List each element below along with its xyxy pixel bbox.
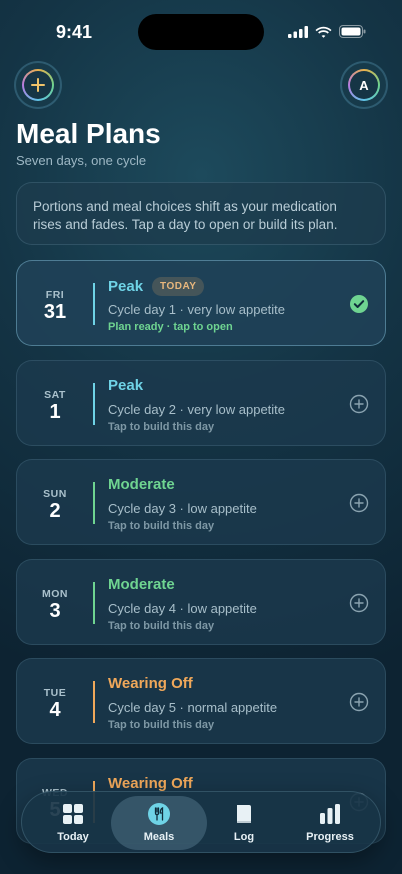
day-of-week: SAT xyxy=(44,388,66,401)
day-of-week: SUN xyxy=(43,488,67,501)
add-button[interactable] xyxy=(16,63,60,107)
page-title: Meal Plans xyxy=(16,118,161,149)
day-number: 31 xyxy=(43,301,67,323)
day-of-week: TUE xyxy=(43,687,67,700)
avatar-initial: A xyxy=(350,71,378,99)
bar-chart-icon xyxy=(320,804,340,824)
day-date: FRI 31 xyxy=(17,261,93,345)
day-date: SAT 1 xyxy=(17,361,93,445)
phase-label: Moderate xyxy=(108,575,175,593)
day-number: 4 xyxy=(49,699,61,722)
cycle-detail: Cycle day 1 · very low appetite xyxy=(108,302,286,317)
tab-bar: Today Meals Log Progress xyxy=(21,791,381,853)
phase-row: Peak xyxy=(108,377,143,394)
day-card[interactable]: TUE 4 Wearing Off Cycle day 5 · normal a… xyxy=(16,658,386,745)
signal-icon xyxy=(288,25,308,38)
day-date: TUE 4 xyxy=(17,659,93,743)
check-circle-icon xyxy=(350,295,368,313)
grid-icon xyxy=(63,804,83,824)
day-hint: Plan ready · tap to open xyxy=(108,321,233,333)
day-number: 3 xyxy=(49,599,61,622)
day-hint: Tap to build this day xyxy=(108,619,215,632)
page-subtitle: Seven days, one cycle xyxy=(16,153,147,168)
plus-circle-icon xyxy=(349,593,369,612)
phase-row: Peak TODAY xyxy=(108,277,205,296)
fork-knife-icon xyxy=(148,803,170,825)
phase-label: Wearing Off xyxy=(108,675,193,693)
phase-row: Moderate xyxy=(108,476,175,493)
tab-progress[interactable]: Progress xyxy=(285,792,375,854)
plus-circle-icon xyxy=(349,394,369,413)
phase-label: Moderate xyxy=(108,476,175,494)
tab-log[interactable]: Log xyxy=(199,792,289,854)
wifi-icon xyxy=(315,26,332,38)
profile-avatar-button[interactable]: A xyxy=(342,63,386,107)
phase-row: Wearing Off xyxy=(108,775,193,792)
phase-row: Wearing Off xyxy=(108,675,193,692)
phase-divider xyxy=(93,382,95,425)
cycle-detail: Cycle day 5 · normal appetite xyxy=(108,700,278,716)
phase-row: Moderate xyxy=(108,576,175,593)
battery-icon xyxy=(339,25,366,38)
day-hint: Tap to build this day xyxy=(108,520,215,533)
plus-circle-icon xyxy=(349,693,369,712)
today-badge: TODAY xyxy=(152,277,205,296)
info-card: Portions and meal choices shift as your … xyxy=(16,182,386,245)
day-hint: Tap to build this day xyxy=(108,719,215,732)
day-number: 2 xyxy=(49,500,61,523)
day-hint: Tap to build this day xyxy=(108,420,215,433)
day-card[interactable]: SUN 2 Moderate Cycle day 3 · low appetit… xyxy=(16,459,386,546)
cycle-detail: Cycle day 2 · very low appetite xyxy=(108,401,286,417)
phase-label: Peak xyxy=(108,376,144,394)
plus-circle-icon xyxy=(349,493,369,513)
tab-progress-label: Progress xyxy=(306,831,354,843)
tab-meals-label: Meals xyxy=(143,831,175,843)
system-icons xyxy=(288,25,366,38)
tab-today-label: Today xyxy=(57,831,89,843)
plus-icon xyxy=(24,71,52,99)
phase-label: Peak xyxy=(108,278,144,295)
status-time: 9:41 xyxy=(56,22,93,42)
status-bar: 9:41 xyxy=(0,0,402,60)
day-card[interactable]: FRI 31 Peak TODAY Cycle day 1 · very low… xyxy=(16,260,386,346)
phase-divider xyxy=(93,681,95,724)
day-date: MON 3 xyxy=(17,560,93,644)
dynamic-island xyxy=(138,14,264,50)
phase-label: Wearing Off xyxy=(108,775,193,792)
day-of-week: MON xyxy=(42,587,68,600)
tab-today[interactable]: Today xyxy=(28,792,118,854)
phase-divider xyxy=(93,283,95,325)
day-card[interactable]: MON 3 Moderate Cycle day 4 · low appetit… xyxy=(16,558,386,645)
cycle-detail: Cycle day 3 · low appetite xyxy=(108,501,257,517)
phase-divider xyxy=(93,581,95,624)
day-date: SUN 2 xyxy=(17,460,93,544)
book-icon xyxy=(237,805,251,823)
day-of-week: FRI xyxy=(45,289,65,301)
tab-meals[interactable]: Meals xyxy=(114,792,204,854)
cycle-detail: Cycle day 4 · low appetite xyxy=(108,600,257,616)
phase-divider xyxy=(93,482,95,525)
day-card[interactable]: SAT 1 Peak Cycle day 2 · very low appeti… xyxy=(16,359,386,446)
info-text: Portions and meal choices shift as your … xyxy=(33,199,338,232)
tab-log-label: Log xyxy=(233,831,255,843)
day-number: 1 xyxy=(49,400,61,423)
